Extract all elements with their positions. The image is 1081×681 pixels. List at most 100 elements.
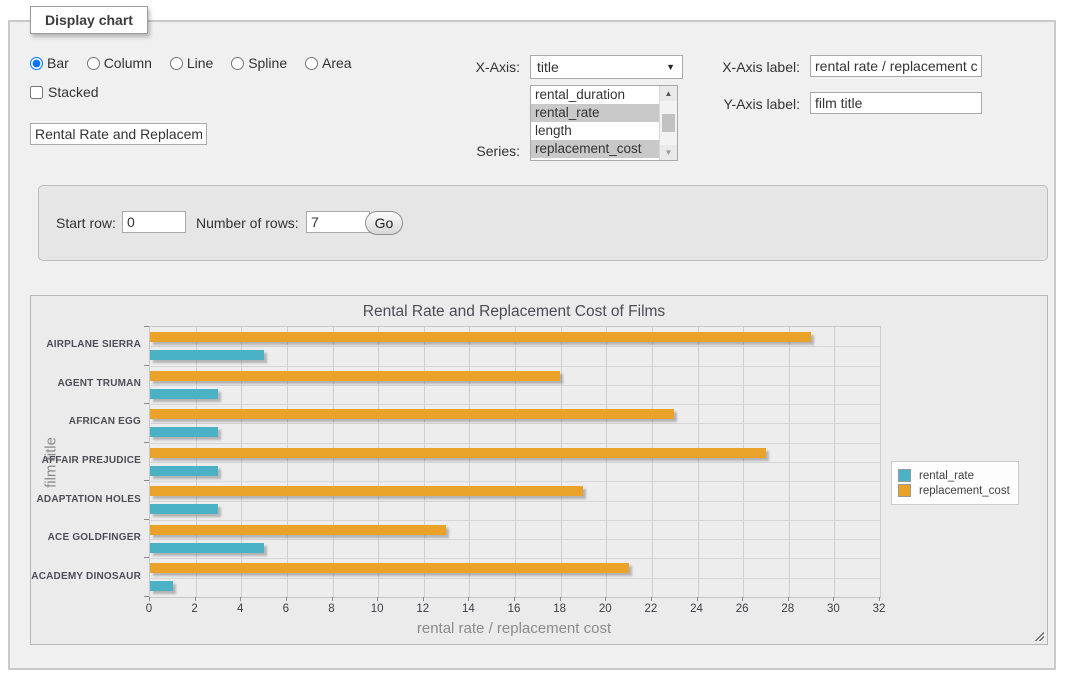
x-tick-label: 18 [540, 603, 580, 615]
scroll-up-icon[interactable]: ▲ [660, 86, 677, 101]
legend-item: rental_rate [898, 469, 1010, 482]
series-multiselect[interactable]: rental_durationrental_ratelengthreplacem… [530, 85, 678, 161]
chart-type-label-spline: Spline [248, 55, 287, 71]
chart-type-option-area[interactable]: Area [305, 55, 352, 71]
x-tick-mark [240, 597, 241, 601]
chart-type-label-column: Column [104, 55, 152, 71]
gridline-horizontal [150, 385, 880, 386]
chart-type-radio-column[interactable] [87, 57, 100, 70]
bar-rental-rate [150, 543, 264, 553]
y-category-label: ADAPTATION HOLES [31, 494, 141, 505]
x-tick-mark [742, 597, 743, 601]
bar-replacement-cost [150, 409, 674, 419]
chart-title-input[interactable] [30, 123, 207, 145]
x-axis-select-value: title [537, 59, 559, 75]
x-tick-label: 28 [768, 603, 808, 615]
bar-rental-rate [150, 389, 218, 399]
gridline-horizontal [150, 520, 880, 521]
y-category-label: AIRPLANE SIERRA [31, 339, 141, 350]
display-chart-fieldset: Bar Column Line Spline Area Stacked X-Ax… [8, 20, 1056, 670]
chart-type-option-spline[interactable]: Spline [231, 55, 287, 71]
gridline-horizontal [150, 539, 880, 540]
series-option-replacement-cost[interactable]: replacement_cost [531, 140, 660, 158]
chart-type-label-bar: Bar [47, 55, 69, 71]
chart-type-option-column[interactable]: Column [87, 55, 152, 71]
series-scrollbar[interactable]: ▲ ▼ [659, 86, 677, 160]
x-tick-label: 10 [357, 603, 397, 615]
chart-type-option-bar[interactable]: Bar [30, 55, 69, 71]
gridline-horizontal [150, 558, 880, 559]
page: Display chart Bar Column Line Spline Are… [0, 0, 1081, 681]
y-tick-mark [144, 480, 149, 481]
y-category-label: ACE GOLDFINGER [31, 532, 141, 543]
num-rows-label: Number of rows: [196, 215, 299, 231]
scroll-down-icon[interactable]: ▼ [660, 145, 677, 160]
x-axis-select-label: X-Axis: [450, 59, 520, 75]
series-option-list: rental_durationrental_ratelengthreplacem… [531, 86, 660, 158]
gridline-horizontal [150, 462, 880, 463]
chart-type-radio-line[interactable] [170, 57, 183, 70]
series-option-rental-duration[interactable]: rental_duration [531, 86, 660, 104]
y-tick-mark [144, 596, 149, 597]
chart-container: Rental Rate and Replacement Cost of Film… [30, 295, 1048, 645]
resize-handle-icon[interactable] [1033, 630, 1044, 641]
scrollbar-thumb[interactable] [662, 114, 675, 132]
x-axis-label-caption: X-Axis label: [705, 59, 800, 75]
series-select-label: Series: [450, 143, 520, 159]
x-tick-label: 16 [494, 603, 534, 615]
bar-rental-rate [150, 504, 218, 514]
stacked-checkbox[interactable] [30, 86, 43, 99]
chart-type-radio-bar[interactable] [30, 57, 43, 70]
start-row-label: Start row: [56, 215, 116, 231]
gridline-horizontal [150, 501, 880, 502]
x-tick-mark [332, 597, 333, 601]
chart-type-radio-spline[interactable] [231, 57, 244, 70]
bar-replacement-cost [150, 332, 811, 342]
bar-rental-rate [150, 350, 264, 360]
x-tick-mark [195, 597, 196, 601]
chart-type-radio-group: Bar Column Line Spline Area [30, 55, 366, 71]
legend-item: replacement_cost [898, 484, 1010, 497]
start-row-input[interactable] [122, 211, 186, 233]
x-tick-label: 0 [129, 603, 169, 615]
gridline-horizontal [150, 481, 880, 482]
gridline-vertical [880, 327, 881, 597]
x-tick-label: 6 [266, 603, 306, 615]
bar-rental-rate [150, 466, 218, 476]
x-tick-label: 4 [220, 603, 260, 615]
gridline-horizontal [150, 443, 880, 444]
x-tick-mark [468, 597, 469, 601]
num-rows-input[interactable] [306, 211, 370, 233]
gridline-horizontal [150, 346, 880, 347]
series-option-rental-rate[interactable]: rental_rate [531, 104, 660, 122]
chart-type-radio-area[interactable] [305, 57, 318, 70]
chart-type-option-line[interactable]: Line [170, 55, 213, 71]
x-tick-label: 8 [312, 603, 352, 615]
y-axis-label-caption: Y-Axis label: [705, 96, 800, 112]
chart-type-label-line: Line [187, 55, 213, 71]
x-tick-mark [423, 597, 424, 601]
x-tick-label: 22 [631, 603, 671, 615]
y-tick-mark [144, 365, 149, 366]
x-tick-mark [833, 597, 834, 601]
legend-label: rental_rate [919, 470, 974, 482]
y-axis-label-input[interactable] [810, 92, 982, 114]
x-tick-label: 2 [175, 603, 215, 615]
legend-swatch-rental-rate [898, 469, 911, 482]
x-tick-mark [560, 597, 561, 601]
row-range-panel: Start row: Number of rows: Go [38, 185, 1048, 261]
y-tick-mark [144, 403, 149, 404]
stacked-label: Stacked [48, 84, 99, 100]
x-axis-label-input[interactable] [810, 55, 982, 77]
series-option-length[interactable]: length [531, 122, 660, 140]
x-tick-mark [286, 597, 287, 601]
stacked-option[interactable]: Stacked [30, 84, 99, 100]
legend-label: replacement_cost [919, 485, 1010, 497]
x-axis-select[interactable]: title ▼ [530, 55, 683, 79]
x-tick-mark [879, 597, 880, 601]
x-tick-label: 20 [585, 603, 625, 615]
go-button[interactable]: Go [365, 211, 403, 235]
y-tick-mark [144, 442, 149, 443]
chevron-down-icon: ▼ [666, 62, 675, 72]
gridline-horizontal [150, 404, 880, 405]
